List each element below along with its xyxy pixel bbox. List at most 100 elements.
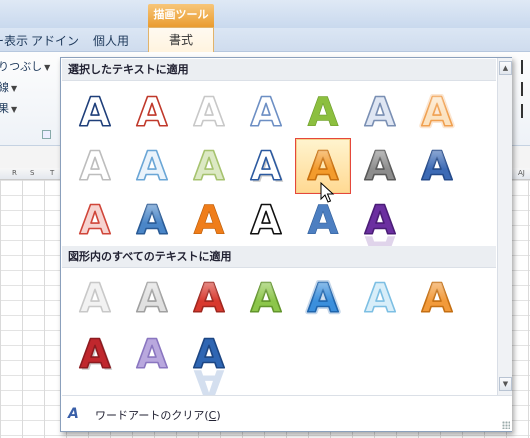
section-header-selected-text: 選択したテキストに適用	[62, 59, 496, 81]
svg-text:A: A	[194, 332, 225, 378]
svg-text:A: A	[137, 276, 168, 322]
svg-text:A: A	[251, 144, 282, 190]
svg-text:A: A	[308, 198, 339, 244]
wordart-style-13[interactable]: AA	[352, 138, 408, 194]
svg-text:A: A	[194, 90, 225, 136]
clear-wordart-menu-item[interactable]: A ワードアートのクリア(C)	[62, 395, 512, 431]
svg-text:A: A	[422, 144, 453, 190]
svg-text:A: A	[308, 276, 339, 322]
wordart-style-18[interactable]: AA	[238, 192, 294, 248]
wordart-style-17[interactable]: AA	[181, 192, 237, 248]
svg-text:A: A	[251, 276, 282, 322]
shape-fill-label: りつぶし	[0, 60, 43, 73]
create-link-icon[interactable]	[521, 104, 530, 118]
wordart-shape-style-6[interactable]: AA	[352, 270, 408, 326]
svg-text:A: A	[80, 198, 111, 244]
shape-outline-button[interactable]: 線 ▼	[0, 79, 17, 95]
wordart-shape-style-7[interactable]: AA	[409, 270, 465, 326]
svg-text:A: A	[251, 198, 282, 244]
wordart-gallery: 選択したテキストに適用 AAAAAAAAAAAAAAAAAAAAAAAAAAAA…	[60, 57, 512, 432]
svg-text:A: A	[365, 198, 396, 244]
shape-effects-label: 果	[0, 102, 9, 115]
wordart-style-4[interactable]: AA	[238, 84, 294, 140]
align-text-icon[interactable]	[521, 82, 530, 96]
wordart-shape-style-9[interactable]: AA	[124, 326, 180, 382]
text-direction-icon[interactable]	[521, 60, 530, 74]
clear-wordart-icon: A	[68, 406, 79, 422]
wordart-glyph: AA	[193, 143, 226, 191]
wordart-style-6[interactable]: AA	[352, 84, 408, 140]
svg-text:A: A	[80, 90, 111, 136]
wordart-glyph: AA	[250, 89, 283, 137]
wordart-glyph: AA	[193, 198, 225, 245]
svg-text:A: A	[251, 90, 282, 136]
wordart-shape-style-4[interactable]: AA	[238, 270, 294, 326]
wordart-glyph: AA	[193, 275, 226, 323]
resize-grip-icon[interactable]	[502, 421, 510, 429]
svg-text:A: A	[308, 90, 339, 136]
section-header-all-text: 図形内のすべてのテキストに適用	[62, 246, 496, 268]
dialog-launcher-icon[interactable]	[42, 130, 51, 139]
wordart-style-5[interactable]: AA	[295, 84, 351, 140]
chevron-down-icon: ▼	[11, 84, 18, 93]
svg-text:A: A	[80, 144, 111, 190]
wordart-glyph: AAA	[364, 197, 397, 272]
wordart-style-1[interactable]: AA	[67, 84, 123, 140]
chevron-down-icon: ▼	[44, 63, 51, 72]
svg-text:A: A	[365, 276, 396, 322]
svg-text:A: A	[365, 90, 396, 136]
svg-text:A: A	[194, 144, 225, 190]
wordart-style-11[interactable]: AAA	[238, 138, 294, 194]
wordart-style-16[interactable]: AA	[124, 192, 180, 248]
wordart-style-20[interactable]: AAA	[352, 192, 408, 272]
column-header[interactable]: AJ	[518, 169, 525, 177]
wordart-glyph: AAA	[79, 331, 113, 380]
svg-text:A: A	[80, 276, 111, 322]
wordart-shape-style-3[interactable]: AA	[181, 270, 237, 326]
wordart-glyph: AA	[79, 89, 112, 137]
tab-addins[interactable]: アドイン	[31, 31, 79, 52]
wordart-glyph: AA	[136, 143, 169, 191]
wordart-shape-style-5[interactable]: AAA	[295, 270, 351, 326]
svg-text:A: A	[137, 332, 168, 378]
wordart-glyph: AA	[364, 275, 397, 323]
wordart-style-2[interactable]: AA	[124, 84, 180, 140]
wordart-style-10[interactable]: AA	[181, 138, 237, 194]
wordart-style-7[interactable]: AAA	[409, 84, 465, 140]
wordart-glyph: AA	[421, 275, 454, 323]
column-header[interactable]: T	[50, 169, 54, 177]
wordart-style-3[interactable]: AA	[181, 84, 237, 140]
wordart-glyph: AA	[79, 275, 112, 323]
svg-text:A: A	[365, 144, 396, 190]
column-header[interactable]: R	[12, 169, 17, 177]
svg-text:A: A	[137, 90, 168, 136]
wordart-glyph: AA	[136, 275, 169, 323]
svg-text:A: A	[137, 198, 168, 244]
svg-text:A: A	[137, 144, 168, 190]
wordart-shape-style-2[interactable]: AA	[124, 270, 180, 326]
wordart-glyph: AA	[193, 89, 226, 137]
wordart-style-15[interactable]: AA	[67, 192, 123, 248]
scroll-up-button[interactable]: ▲	[499, 61, 512, 75]
wordart-shape-style-1[interactable]: AA	[67, 270, 123, 326]
shape-fill-button[interactable]: りつぶし ▼	[0, 58, 50, 74]
wordart-style-14[interactable]: AA	[409, 138, 465, 194]
scroll-down-button[interactable]: ▼	[499, 377, 512, 391]
wordart-glyph: AA	[364, 143, 397, 191]
gallery-scrollbar[interactable]: ▲ ▼	[497, 58, 512, 395]
chevron-down-icon: ▼	[11, 105, 18, 114]
tab-personal[interactable]: 個人用	[93, 31, 129, 52]
column-header[interactable]: S	[30, 169, 34, 177]
shape-effects-button[interactable]: 果 ▼	[0, 100, 17, 116]
wordart-style-9[interactable]: AA	[124, 138, 180, 194]
svg-text:A: A	[422, 276, 453, 322]
wordart-glyph: AAA	[305, 274, 341, 325]
svg-text:A: A	[194, 198, 225, 244]
wordart-shape-style-10[interactable]: AAA	[181, 326, 237, 406]
tab-view[interactable]: ー表示	[0, 31, 28, 52]
wordart-style-8[interactable]: AA	[67, 138, 123, 194]
wordart-glyph: AAA	[419, 88, 455, 139]
wordart-shape-style-8[interactable]: AAA	[67, 326, 123, 382]
tab-format[interactable]: 書式	[148, 27, 214, 53]
svg-text:A: A	[80, 332, 111, 378]
